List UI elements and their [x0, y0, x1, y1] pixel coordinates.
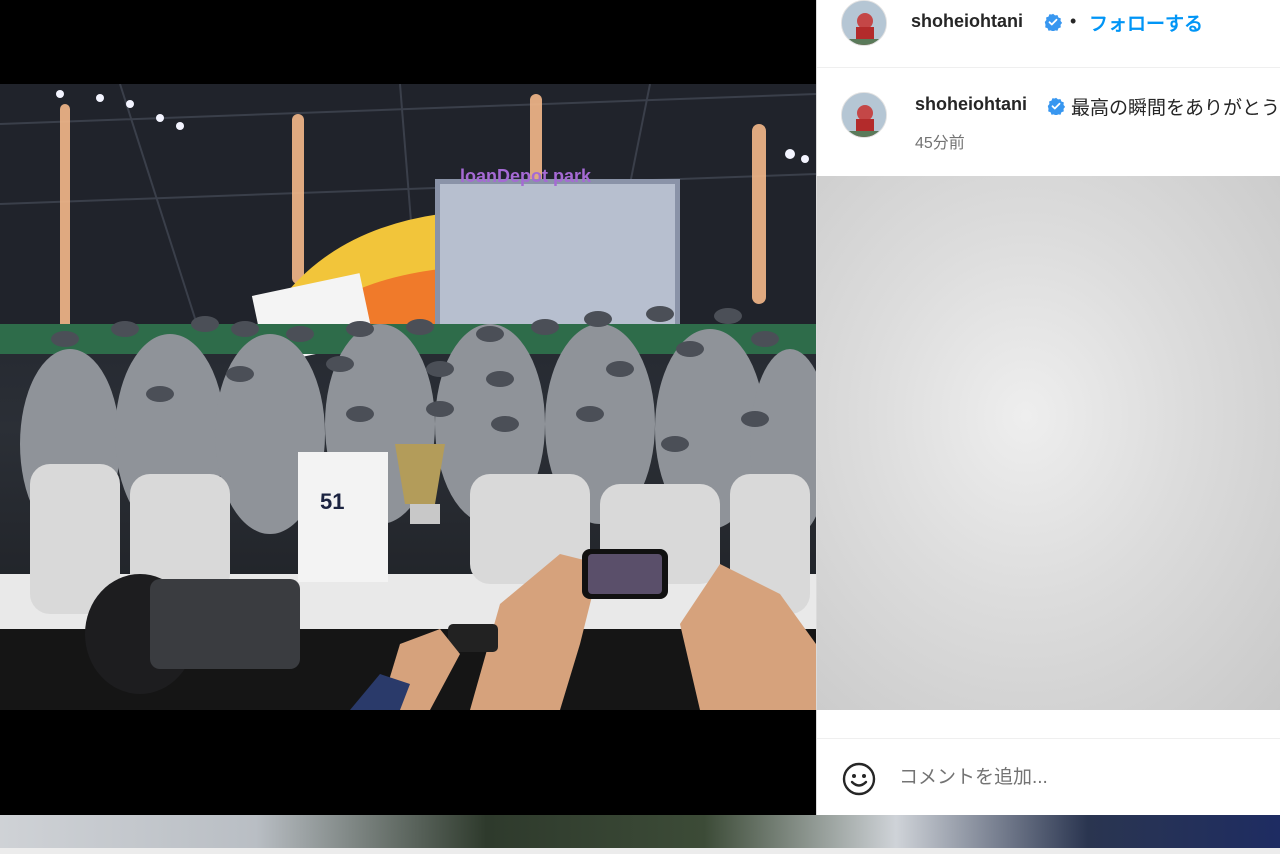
media-pane: loanDepot park 51 [0, 0, 816, 815]
bottom-bar [0, 848, 1280, 854]
profile-avatar[interactable] [841, 0, 887, 46]
follow-button[interactable]: フォローする [1089, 9, 1203, 36]
caption-text: 最高の瞬間をありがとう [1071, 98, 1280, 119]
post-timestamp[interactable]: 45分前 [915, 129, 965, 153]
post-side-panel: shoheiohtani • フォローする shoheiohtani 最高の瞬間… [816, 0, 1280, 815]
verified-badge-icon [1044, 13, 1062, 31]
comments-area [817, 176, 1280, 710]
header-username[interactable]: shoheiohtani [911, 11, 1023, 32]
post-header: shoheiohtani • フォローする [817, 0, 1280, 68]
caption-row: shoheiohtani 最高の瞬間をありがとう 45分前 [817, 68, 1280, 176]
scoreboard-text: loanDepot park [460, 166, 592, 186]
background-strip [0, 815, 1280, 854]
smiley-icon[interactable] [841, 761, 877, 797]
comment-input[interactable] [899, 763, 1259, 793]
app-window: loanDepot park 51 shoheiohtani • フォローする … [0, 0, 1280, 854]
post-photo[interactable]: loanDepot park 51 [0, 84, 816, 710]
caption-avatar[interactable] [841, 92, 887, 138]
separator-dot: • [1070, 11, 1077, 31]
caption-username[interactable]: shoheiohtani [915, 94, 1027, 115]
comment-bar [817, 738, 1280, 815]
jersey-number: 51 [320, 489, 344, 514]
verified-badge-icon [1047, 97, 1065, 115]
